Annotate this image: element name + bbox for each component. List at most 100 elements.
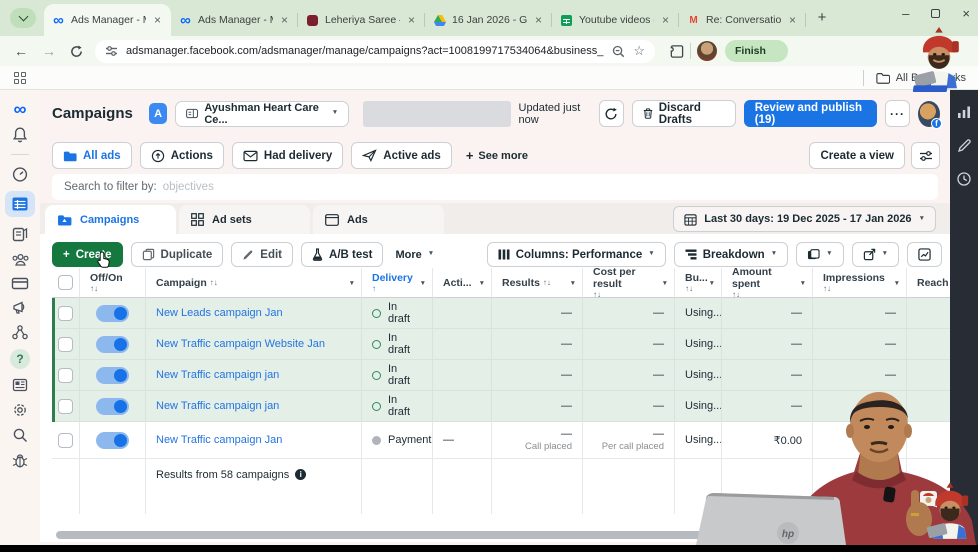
caret-down-icon[interactable]: ▼ xyxy=(709,280,715,287)
date-range-selector[interactable]: Last 30 days: 19 Dec 2025 - 17 Jan 2026 … xyxy=(673,206,936,232)
col-impressions[interactable]: Impressions xyxy=(823,272,885,284)
new-tab-button[interactable]: + xyxy=(812,9,832,26)
extensions-icon[interactable] xyxy=(669,44,684,59)
row-checkbox[interactable] xyxy=(58,305,73,321)
tab-ads[interactable]: Ads xyxy=(313,205,444,234)
ab-test-button[interactable]: A/B test xyxy=(301,242,384,267)
bookmark-star-icon[interactable]: ☆ xyxy=(633,43,645,59)
reports-button[interactable]: ▼ xyxy=(796,242,844,267)
breakdown-button[interactable]: Breakdown ▼ xyxy=(673,242,789,267)
report-bug-icon[interactable] xyxy=(11,452,29,469)
browser-tab-drive[interactable]: 16 Jan 2026 - Goo × xyxy=(425,4,552,36)
browser-tab-sheets[interactable]: Youtube videos co × xyxy=(552,4,679,36)
browser-tab-leheriya[interactable]: Leheriya Saree – If × xyxy=(298,4,425,36)
chart-view-button[interactable] xyxy=(907,242,942,267)
forward-icon[interactable]: → xyxy=(42,43,56,59)
tab-close-icon[interactable]: × xyxy=(533,14,544,26)
campaign-name-link[interactable]: New Traffic campaign Jan xyxy=(156,434,282,446)
columns-button[interactable]: Columns: Performance ▼ xyxy=(486,242,666,267)
insights-chart-icon[interactable] xyxy=(956,104,972,120)
see-more-button[interactable]: + See more xyxy=(466,148,528,163)
tab-close-icon[interactable]: × xyxy=(787,14,798,26)
edit-pencil-icon[interactable] xyxy=(957,138,972,153)
filter-active-ads[interactable]: Active ads xyxy=(351,142,452,169)
export-button[interactable]: ▼ xyxy=(851,242,899,267)
ads-reporting-icon[interactable] xyxy=(11,225,29,243)
reload-icon[interactable] xyxy=(70,44,83,58)
duplicate-button[interactable]: Duplicate xyxy=(130,242,224,267)
filter-all-ads[interactable]: All ads xyxy=(52,142,132,169)
window-maximize-button[interactable] xyxy=(931,9,941,18)
col-campaign[interactable]: Campaign xyxy=(156,277,207,289)
col-delivery[interactable]: Delivery xyxy=(372,272,413,284)
search-input[interactable]: Search to filter by: objectives xyxy=(52,174,938,200)
browser-tab-ads-manager-1[interactable]: ∞ Ads Manager - Ma × xyxy=(44,4,171,36)
filter-actions[interactable]: Actions xyxy=(139,142,224,169)
campaign-toggle[interactable] xyxy=(96,304,129,322)
apps-grid-icon[interactable] xyxy=(14,71,26,84)
col-budget[interactable]: Bu... xyxy=(685,272,708,284)
address-bar[interactable]: adsmanager.facebook.com/adsmanager/manag… xyxy=(95,39,655,63)
refresh-button[interactable] xyxy=(598,100,624,127)
profile-finish-chip[interactable]: Finish xyxy=(725,40,788,62)
help-icon[interactable]: ? xyxy=(10,349,30,369)
events-manager-icon[interactable] xyxy=(11,324,29,341)
tab-close-icon[interactable]: × xyxy=(660,14,671,26)
view-settings-button[interactable] xyxy=(911,142,940,169)
caret-down-icon[interactable]: ▼ xyxy=(349,280,355,287)
window-close-button[interactable]: × xyxy=(962,6,970,21)
col-off-on[interactable]: Off/On xyxy=(90,272,123,284)
caret-down-icon[interactable]: ▼ xyxy=(479,280,485,287)
browser-tab-ads-manager-2[interactable]: ∞ Ads Manager - Ma × xyxy=(171,4,298,36)
user-avatar[interactable]: f xyxy=(917,100,942,129)
more-options-button[interactable]: ··· xyxy=(884,100,910,127)
advertise-megaphone-icon[interactable] xyxy=(11,299,29,316)
campaign-name-link[interactable]: New Traffic campaign Website Jan xyxy=(156,338,325,350)
row-checkbox[interactable] xyxy=(58,398,73,414)
review-and-publish-button[interactable]: Review and publish (19) xyxy=(743,100,877,127)
browser-tab-gmail[interactable]: M Re: Conversation w × xyxy=(679,4,806,36)
account-badge[interactable]: A xyxy=(148,103,168,124)
campaigns-nav-selected[interactable] xyxy=(5,191,35,217)
row-checkbox[interactable] xyxy=(58,367,73,383)
col-actions[interactable]: Acti... xyxy=(443,277,472,289)
campaign-toggle[interactable] xyxy=(96,431,129,449)
ad-account-selector[interactable]: Ayushman Heart Care Ce... ▼ xyxy=(175,100,350,127)
search-icon[interactable] xyxy=(12,427,29,444)
campaign-name-link[interactable]: New Leads campaign Jan xyxy=(156,307,283,319)
select-all-checkbox[interactable] xyxy=(58,275,73,290)
campaign-name-link[interactable]: New Traffic campaign jan xyxy=(156,369,279,381)
notifications-bell-icon[interactable] xyxy=(11,126,29,144)
history-clock-icon[interactable] xyxy=(956,171,972,187)
tab-close-icon[interactable]: × xyxy=(152,14,163,26)
create-a-view-button[interactable]: Create a view xyxy=(809,142,905,169)
browser-profile-avatar[interactable] xyxy=(697,41,717,61)
billing-card-icon[interactable] xyxy=(11,276,29,291)
tab-close-icon[interactable]: × xyxy=(406,14,417,26)
caret-down-icon[interactable]: ▼ xyxy=(894,280,900,287)
col-results[interactable]: Results xyxy=(502,277,540,289)
edit-button[interactable]: Edit xyxy=(231,242,294,267)
meta-logo-icon[interactable]: ∞ xyxy=(14,100,27,118)
caret-down-icon[interactable]: ▼ xyxy=(420,280,426,287)
campaign-toggle[interactable] xyxy=(96,366,129,384)
discard-drafts-button[interactable]: Discard Drafts xyxy=(631,100,736,127)
table-row[interactable]: New Traffic campaign Website Jan In draf… xyxy=(52,329,950,360)
zoom-out-icon[interactable] xyxy=(612,45,625,58)
campaign-toggle[interactable] xyxy=(96,335,129,353)
account-overview-gauge-icon[interactable] xyxy=(11,165,29,183)
tab-search-button[interactable] xyxy=(10,8,36,28)
row-checkbox[interactable] xyxy=(58,432,73,448)
campaign-toggle[interactable] xyxy=(96,397,129,415)
table-row[interactable]: New Leads campaign Jan In draft — — Usin… xyxy=(52,298,950,329)
info-icon[interactable]: i xyxy=(295,469,307,480)
col-cost-per-result[interactable]: Cost per result xyxy=(593,268,664,290)
caret-down-icon[interactable]: ▼ xyxy=(800,280,806,287)
more-menu-button[interactable]: More ▼ xyxy=(391,249,438,261)
col-reach[interactable]: Reach xyxy=(917,277,949,289)
back-icon[interactable]: ← xyxy=(14,43,28,59)
caret-down-icon[interactable]: ▼ xyxy=(570,280,576,287)
tab-ad-sets[interactable]: Ad sets xyxy=(179,205,310,234)
tab-campaigns[interactable]: Campaigns xyxy=(45,205,176,234)
audiences-icon[interactable] xyxy=(11,251,30,268)
